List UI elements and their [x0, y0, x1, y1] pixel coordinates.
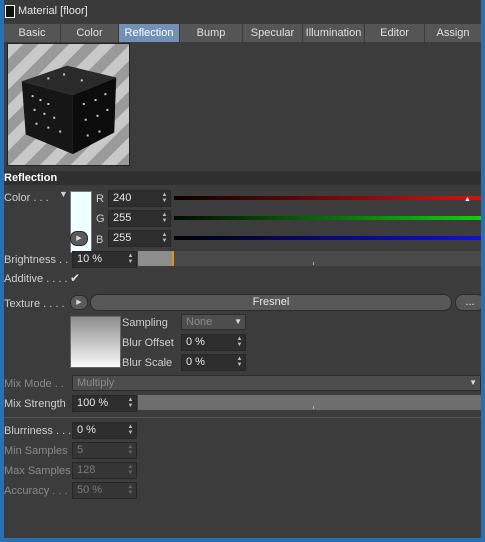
tab-illumination[interactable]: Illumination	[303, 24, 365, 42]
mix-strength-label: Mix Strength	[4, 398, 66, 410]
g-label: G	[96, 213, 105, 225]
min-samples-value: 5	[77, 444, 84, 456]
brightness-value: 10 %	[77, 253, 103, 265]
brightness-slider-tick	[313, 262, 314, 265]
mix-strength-value: 100 %	[77, 397, 109, 409]
mix-mode-value: Multiply	[77, 377, 115, 389]
min-samples-spinner-icon: ▲ ▼	[127, 444, 134, 456]
blurriness-spinner-icon[interactable]: ▲ ▼	[127, 424, 134, 437]
mix-strength-slider-tick	[313, 406, 314, 409]
material-editor-window: Material [floor] Basic Color Reflection …	[4, 0, 481, 538]
brightness-label: Brightness . .	[4, 254, 69, 266]
r-spinner-icon[interactable]: ▲ ▼	[161, 192, 168, 205]
mix-strength-spinner-icon[interactable]: ▲ ▼	[127, 397, 134, 410]
g-value: 255	[113, 212, 132, 224]
color-expand-button[interactable]: ▶	[70, 231, 88, 246]
accuracy-value: 50 %	[77, 484, 103, 496]
tab-reflection[interactable]: Reflection	[119, 24, 180, 42]
blur-scale-label: Blur Scale	[122, 357, 173, 369]
sampling-dropdown[interactable]: None ▼	[181, 314, 246, 330]
b-spinner-icon[interactable]: ▲ ▼	[161, 232, 168, 245]
section-header-reflection: Reflection	[4, 171, 481, 185]
sampling-value: None	[186, 316, 213, 328]
tab-color[interactable]: Color	[61, 24, 119, 42]
b-value: 255	[113, 232, 132, 244]
texture-more-button[interactable]: ...	[455, 294, 481, 311]
blurriness-value: 0 %	[77, 424, 96, 436]
min-samples-input: 5 ▲ ▼	[72, 442, 137, 459]
r-slider[interactable]	[174, 196, 481, 200]
g-slider[interactable]	[174, 216, 481, 220]
texture-shader-button[interactable]: Fresnel	[90, 294, 452, 311]
blur-scale-value: 0 %	[186, 356, 205, 368]
g-spinner-icon[interactable]: ▲ ▼	[161, 212, 168, 225]
accuracy-input: 50 % ▲ ▼	[72, 482, 137, 499]
blurriness-input[interactable]: 0 % ▲ ▼	[72, 422, 137, 439]
additive-label: Additive . . . .	[4, 273, 68, 285]
brightness-spinner-icon[interactable]: ▲ ▼	[127, 253, 134, 266]
mix-mode-dropdown[interactable]: Multiply ▼	[72, 375, 481, 391]
g-input[interactable]: 255 ▲ ▼	[108, 210, 171, 227]
max-samples-value: 128	[77, 464, 96, 476]
chevron-down-icon: ▼	[234, 317, 242, 326]
blur-offset-label: Blur Offset	[122, 337, 174, 349]
b-input[interactable]: 255 ▲ ▼	[108, 230, 171, 247]
texture-menu-button[interactable]: ▶	[70, 295, 88, 310]
tab-specular[interactable]: Specular	[243, 24, 303, 42]
mix-mode-label: Mix Mode . .	[4, 378, 64, 390]
additive-checkbox-checkmark-icon[interactable]: ✔	[70, 271, 80, 285]
title-bar: Material [floor]	[4, 0, 481, 23]
chevron-down-icon: ▼	[469, 378, 477, 387]
b-label: B	[96, 234, 104, 246]
b-slider[interactable]	[174, 236, 481, 240]
brightness-slider[interactable]	[138, 251, 481, 266]
max-samples-label: Max Samples	[4, 465, 71, 477]
section-divider	[4, 417, 481, 418]
blur-offset-spinner-icon[interactable]: ▲ ▼	[236, 336, 243, 349]
blurriness-label: Blurriness . . .	[4, 425, 72, 437]
min-samples-label: Min Samples	[4, 445, 68, 457]
brightness-slider-handle[interactable]	[172, 251, 174, 266]
texture-preview[interactable]	[70, 316, 121, 368]
r-input[interactable]: 240 ▲ ▼	[108, 190, 171, 207]
tab-assign[interactable]: Assign	[425, 24, 481, 42]
blur-offset-value: 0 %	[186, 336, 205, 348]
sampling-label: Sampling	[122, 317, 168, 329]
brightness-slider-fill	[138, 251, 172, 266]
r-value: 240	[113, 192, 132, 204]
tab-bar: Basic Color Reflection Bump Specular Ill…	[4, 24, 481, 42]
tab-basic[interactable]: Basic	[4, 24, 61, 42]
color-label: Color . . .	[4, 192, 49, 204]
blur-scale-spinner-icon[interactable]: ▲ ▼	[236, 356, 243, 369]
window-title: Material [floor]	[18, 5, 88, 17]
r-label: R	[96, 193, 104, 205]
material-preview[interactable]	[7, 43, 130, 166]
color-menu-arrow-icon[interactable]: ▼	[59, 189, 68, 199]
max-samples-input: 128 ▲ ▼	[72, 462, 137, 479]
texture-label: Texture . . . .	[4, 298, 65, 310]
mix-strength-input[interactable]: 100 % ▲ ▼	[72, 395, 137, 412]
tab-editor[interactable]: Editor	[365, 24, 425, 42]
tab-bump[interactable]: Bump	[180, 24, 243, 42]
material-icon	[5, 5, 15, 18]
accuracy-label: Accuracy . . .	[4, 485, 68, 497]
r-slider-handle-icon[interactable]: ▲	[464, 196, 471, 203]
max-samples-spinner-icon: ▲ ▼	[127, 464, 134, 476]
brightness-input[interactable]: 10 % ▲ ▼	[72, 251, 137, 268]
mix-strength-slider-fill	[138, 395, 481, 410]
mix-strength-slider[interactable]	[138, 395, 481, 410]
blur-offset-input[interactable]: 0 % ▲ ▼	[181, 334, 246, 351]
accuracy-spinner-icon: ▲ ▼	[127, 484, 134, 496]
blur-scale-input[interactable]: 0 % ▲ ▼	[181, 354, 246, 371]
